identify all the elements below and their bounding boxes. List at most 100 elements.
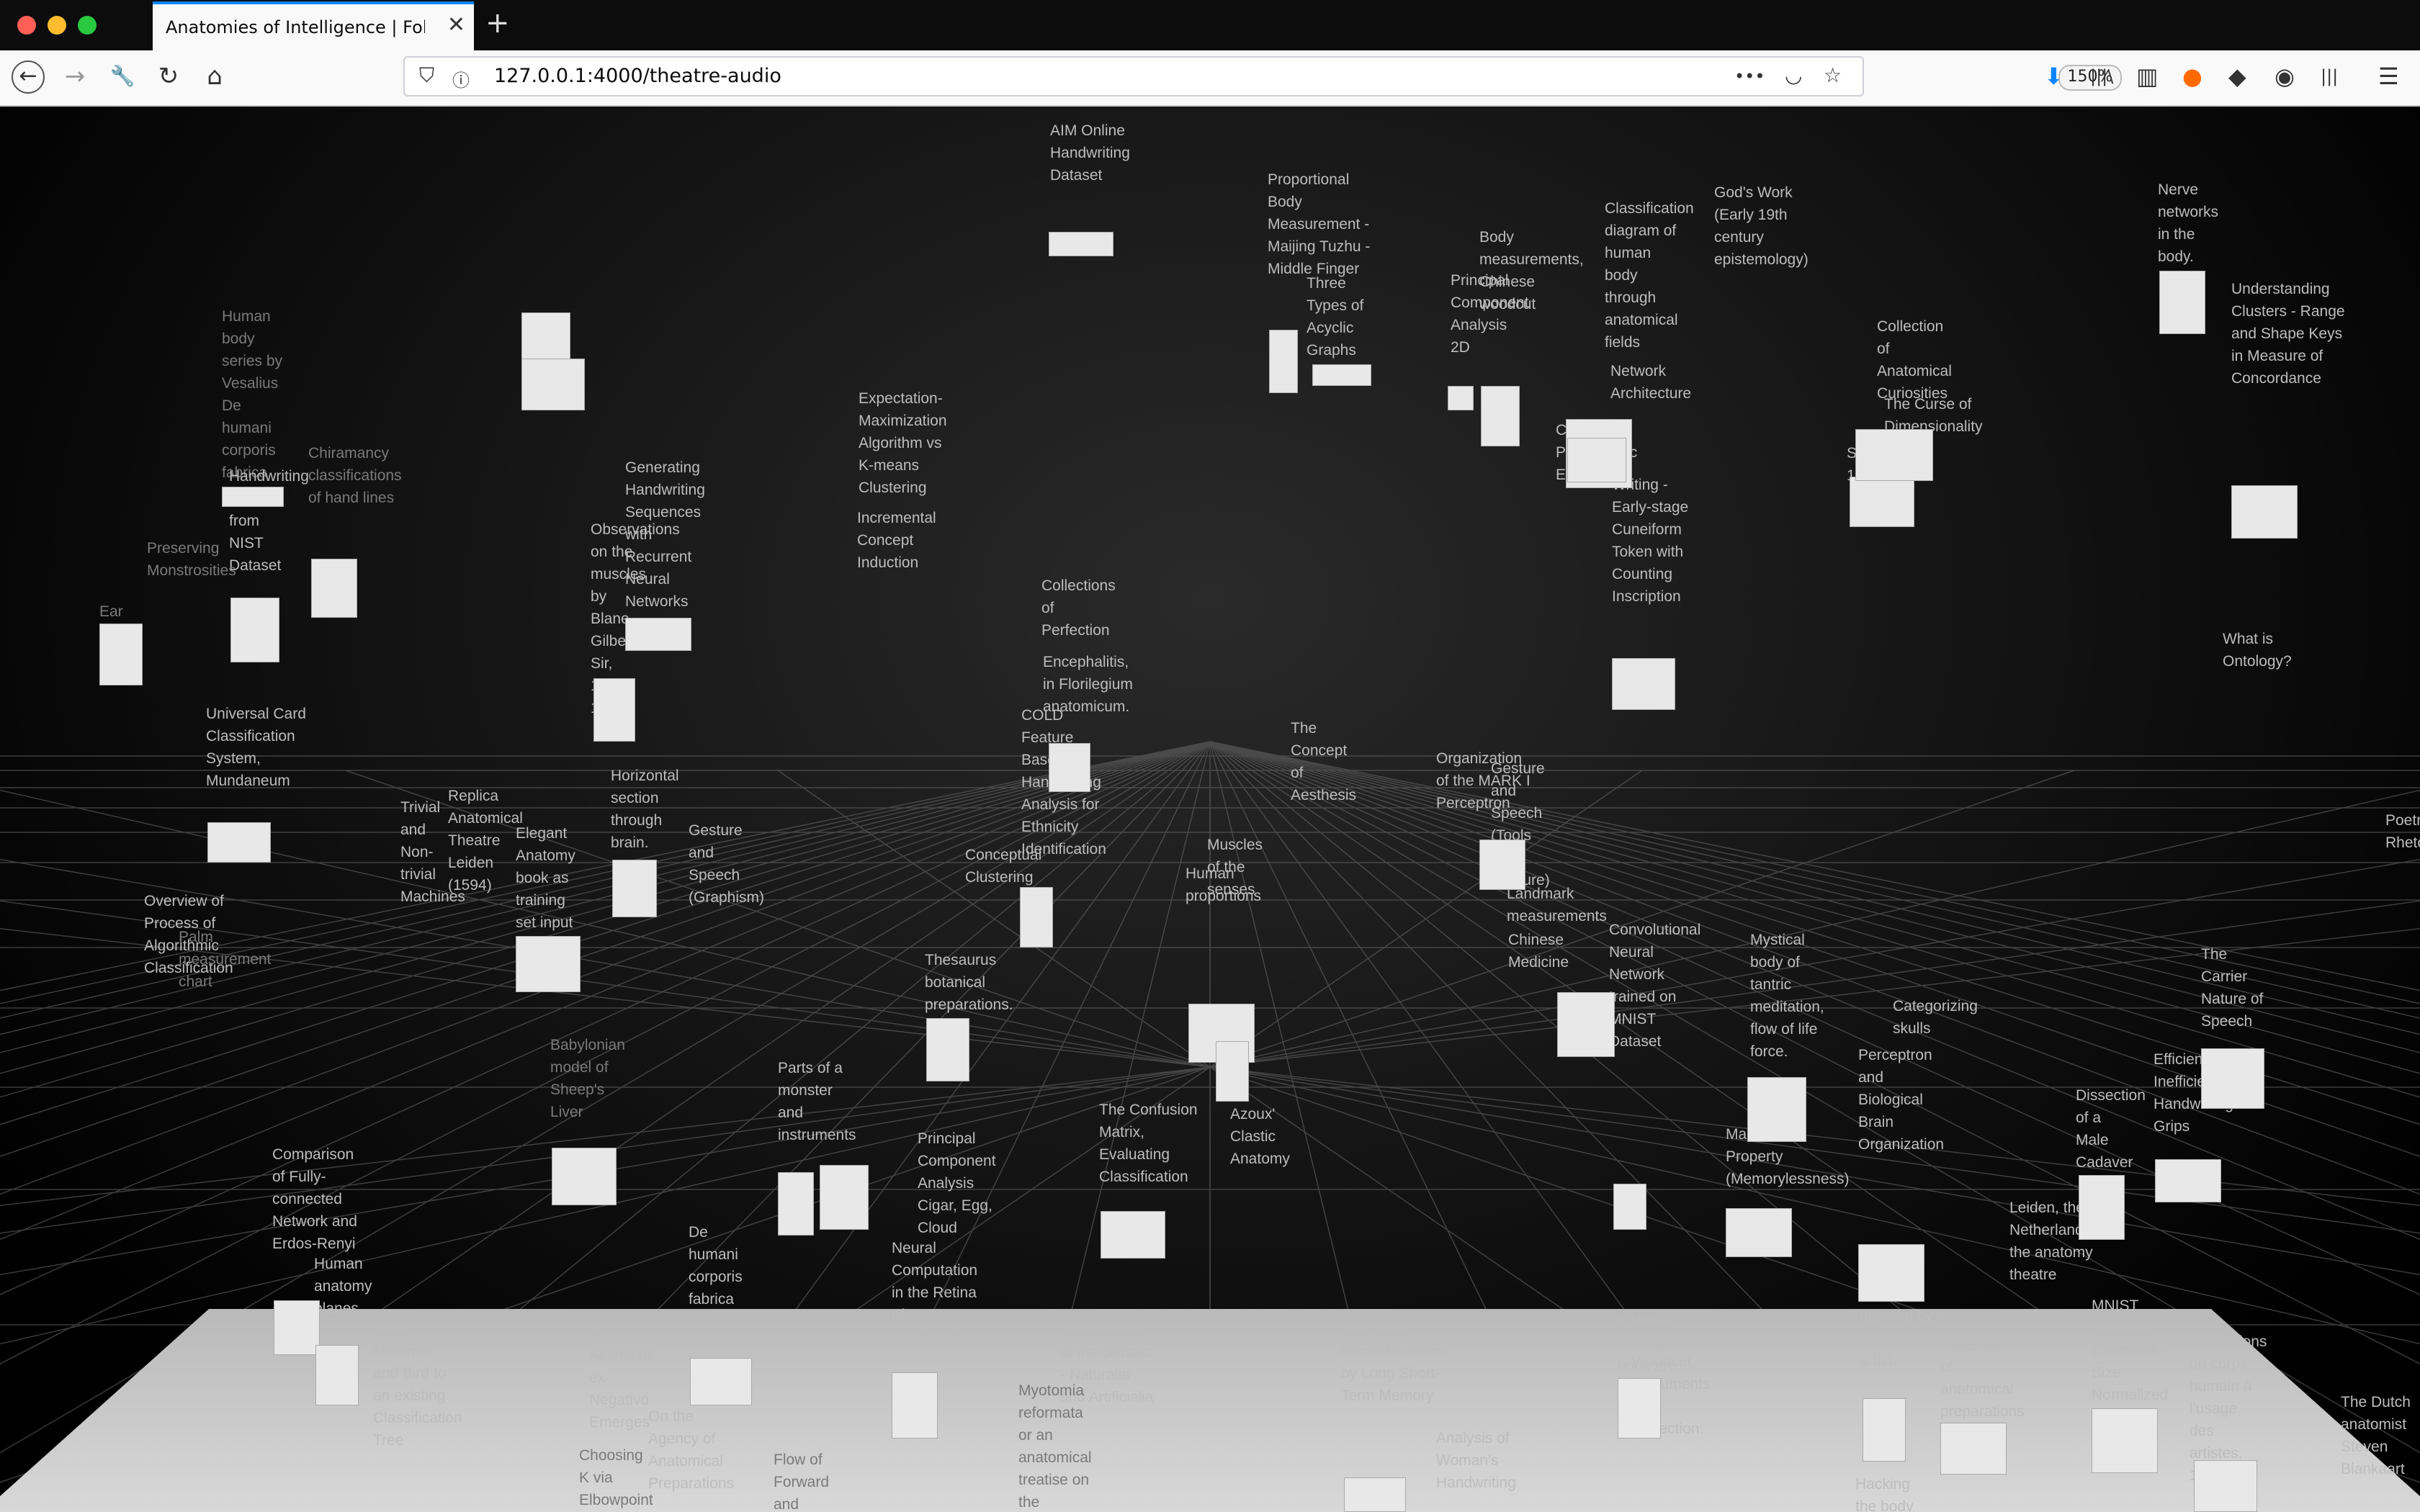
back-button[interactable]: ← — [12, 60, 45, 94]
theatre-node[interactable]: Trivial and Non-trivial Machines — [400, 796, 465, 908]
page-actions-icon[interactable]: ••• — [1734, 66, 1765, 86]
theatre-node[interactable]: Conceptual Clustering — [965, 844, 1044, 888]
theatre-node[interactable]: The Confusion Matrix, Evaluating Classif… — [1099, 1099, 1200, 1188]
node-thumbnail-image[interactable] — [99, 624, 143, 685]
theatre-node[interactable]: Thesaurus botanical preparations. — [925, 949, 1026, 1016]
theatre-node[interactable]: Convolutional Neural Network trained on … — [1609, 919, 1700, 1053]
theatre-node[interactable]: drawing by a Persian artist. — [1860, 1305, 1946, 1372]
tab-active[interactable]: Anatomies of Intelligence | Following ✕ — [153, 1, 474, 50]
node-thumbnail-image[interactable] — [1858, 1244, 1924, 1302]
bookmark-star-icon[interactable]: ☆ — [1824, 63, 1842, 87]
theatre-node[interactable]: Collection of anatomical preparations — [1940, 1333, 2025, 1423]
columns-icon[interactable]: ||| — [2321, 62, 2338, 91]
node-thumbnail-image[interactable] — [1448, 386, 1474, 410]
library-icon[interactable]: |||\ — [2090, 62, 2113, 91]
theatre-node[interactable]: Understanding Clusters - Range and Shape… — [2231, 278, 2347, 390]
theatre-node[interactable]: Replica Anatomical Theatre Leiden (1594) — [448, 785, 523, 896]
node-thumbnail-image[interactable] — [1726, 1208, 1792, 1257]
theatre-node[interactable]: Comparison of Fully-connected Network an… — [272, 1143, 359, 1255]
theatre-node[interactable]: Poetry Rhetoric — [2385, 809, 2420, 854]
node-thumbnail-image[interactable] — [1567, 438, 1626, 482]
theatre-node[interactable]: Collection of Anatomical Curiosities — [1877, 315, 1952, 405]
node-thumbnail-image[interactable] — [230, 598, 279, 662]
node-thumbnail-image[interactable] — [1940, 1423, 2007, 1475]
node-thumbnail-image[interactable] — [516, 936, 581, 992]
theatre-node[interactable]: Network Architecture — [1610, 360, 1691, 405]
theatre-node[interactable]: Preserving Monstrosities — [147, 537, 236, 582]
node-thumbnail-image[interactable] — [892, 1372, 938, 1439]
node-thumbnail-image[interactable] — [1618, 1378, 1661, 1439]
theatre-node[interactable]: Neural Computation in the Retina of Vert… — [892, 1237, 978, 1349]
theatre-node[interactable]: On the Agency of Anatomical Preparations — [648, 1405, 734, 1495]
theatre-node[interactable]: Writing - Early-stage Cuneiform Token wi… — [1612, 474, 1691, 608]
theatre-node[interactable]: Perceptron and Biological Brain Organiza… — [1858, 1044, 1952, 1156]
theatre-node[interactable]: What is Ontology? — [2223, 628, 2295, 672]
home-button[interactable]: ⌂ — [199, 60, 230, 92]
theatre-node[interactable]: Elegant Anatomy book as training set inp… — [516, 822, 588, 934]
download-icon[interactable]: ⬇ — [2044, 62, 2063, 91]
node-thumbnail-image[interactable] — [274, 1300, 320, 1355]
theatre-node[interactable]: Human body series by Vesalius De humani … — [222, 305, 287, 484]
node-thumbnail-image[interactable] — [778, 1172, 814, 1236]
node-thumbnail-image[interactable] — [2201, 1048, 2264, 1109]
theatre-node[interactable]: God's Work (Early 19th century epistemol… — [1714, 181, 1809, 271]
maximize-window-button[interactable] — [78, 16, 97, 35]
node-thumbnail-image[interactable] — [207, 822, 271, 863]
tools-icon[interactable]: 🔧 — [107, 60, 138, 92]
node-thumbnail-image[interactable] — [612, 860, 657, 917]
theatre-node[interactable]: Human anatomy planes — [314, 1253, 386, 1320]
node-thumbnail-image[interactable] — [1850, 477, 1914, 527]
theatre-node[interactable]: Choosing K via Elbowpoint — [579, 1444, 653, 1511]
extension-orange-icon[interactable]: ● — [2182, 62, 2202, 91]
node-thumbnail-image[interactable] — [222, 487, 284, 507]
theatre-node[interactable]: Three Types of Acyclic Graphs — [1307, 272, 1379, 361]
theatre-node[interactable]: Handwriting Form from NIST Dataset — [229, 465, 309, 577]
theatre-node[interactable]: Proportional Body Measurement - Maijing … — [1268, 168, 1376, 280]
node-thumbnail-image[interactable] — [2155, 1159, 2221, 1202]
node-thumbnail-image[interactable] — [1747, 1077, 1806, 1142]
theatre-node[interactable]: Sine Wave Reconstruction by Long Short-T… — [1341, 1318, 1442, 1407]
node-thumbnail-image[interactable] — [311, 559, 357, 618]
bird-icon[interactable]: ◆ — [2228, 62, 2246, 91]
theatre-node[interactable]: Categorizing skulls — [1893, 995, 1979, 1040]
node-thumbnail-image[interactable] — [2092, 1408, 2158, 1473]
node-thumbnail-image[interactable] — [1101, 1211, 1165, 1259]
node-thumbnail-image[interactable] — [820, 1165, 869, 1230]
new-tab-button[interactable]: + — [485, 9, 510, 37]
theatre-node[interactable]: Human proportions — [1186, 863, 1261, 907]
theatre-node[interactable]: Azoux' Clastic Anatomy — [1230, 1103, 1295, 1170]
theatre-node[interactable]: AIM Online Handwriting Dataset — [1050, 120, 1144, 186]
node-thumbnail-image[interactable] — [1020, 887, 1053, 948]
theatre-node[interactable]: Chiramancy classifications of hand lines — [308, 442, 402, 509]
url-bar[interactable]: ⛉ ⓘ 127.0.0.1:4000/theatre-audio 150% ••… — [403, 56, 2122, 96]
node-thumbnail-image[interactable] — [2194, 1460, 2257, 1512]
theatre-node[interactable]: Collections of Perfection — [1041, 575, 1116, 642]
theatre-node[interactable]: The Dutch anatomist Steven Blankaart — [2341, 1391, 2413, 1480]
theatre-node[interactable]: The Carrier Nature of Speech — [2201, 943, 2273, 1032]
minimize-window-button[interactable] — [48, 16, 66, 35]
node-thumbnail-image[interactable] — [2159, 271, 2205, 334]
node-thumbnail-image[interactable] — [1855, 429, 1933, 481]
shield-icon[interactable]: ⛉ — [419, 63, 434, 88]
node-thumbnail-image[interactable] — [1613, 1184, 1646, 1230]
theatre-node[interactable]: Babylonian model of Sheep's Liver — [550, 1034, 625, 1123]
theatre-viewport[interactable]: Human body series by Vesalius De humani … — [0, 107, 2420, 1512]
theatre-node[interactable]: Palm measurement chart — [179, 926, 271, 993]
sidebar-icon[interactable]: ▥ — [2136, 62, 2158, 91]
theatre-node[interactable]: Incremental Concept Induction — [857, 507, 951, 574]
node-thumbnail-image[interactable] — [1344, 1477, 1406, 1512]
account-icon[interactable]: ◉ — [2275, 62, 2295, 91]
close-window-button[interactable] — [17, 16, 36, 35]
theatre-node[interactable]: Flow of Forward and Backward — [774, 1449, 838, 1512]
node-thumbnail-image[interactable] — [1557, 992, 1615, 1057]
node-thumbnail-image[interactable] — [1479, 840, 1525, 890]
theatre-node[interactable]: The Concept of Aesthesis — [1291, 717, 1363, 806]
theatre-node[interactable]: Dissection of a Male Cadaver — [2076, 1084, 2146, 1174]
theatre-node[interactable]: Mystical body of tantric meditation, flo… — [1750, 929, 1829, 1063]
node-thumbnail-image[interactable] — [1216, 1041, 1249, 1102]
info-icon[interactable]: ⓘ — [452, 66, 470, 91]
theatre-node[interactable]: Nerve networks in the body. — [2158, 179, 2223, 268]
theatre-node[interactable]: Principal Component Analysis Cigar, Egg,… — [918, 1128, 997, 1239]
node-thumbnail-image[interactable] — [2079, 1175, 2125, 1240]
node-thumbnail-image[interactable] — [521, 359, 585, 410]
